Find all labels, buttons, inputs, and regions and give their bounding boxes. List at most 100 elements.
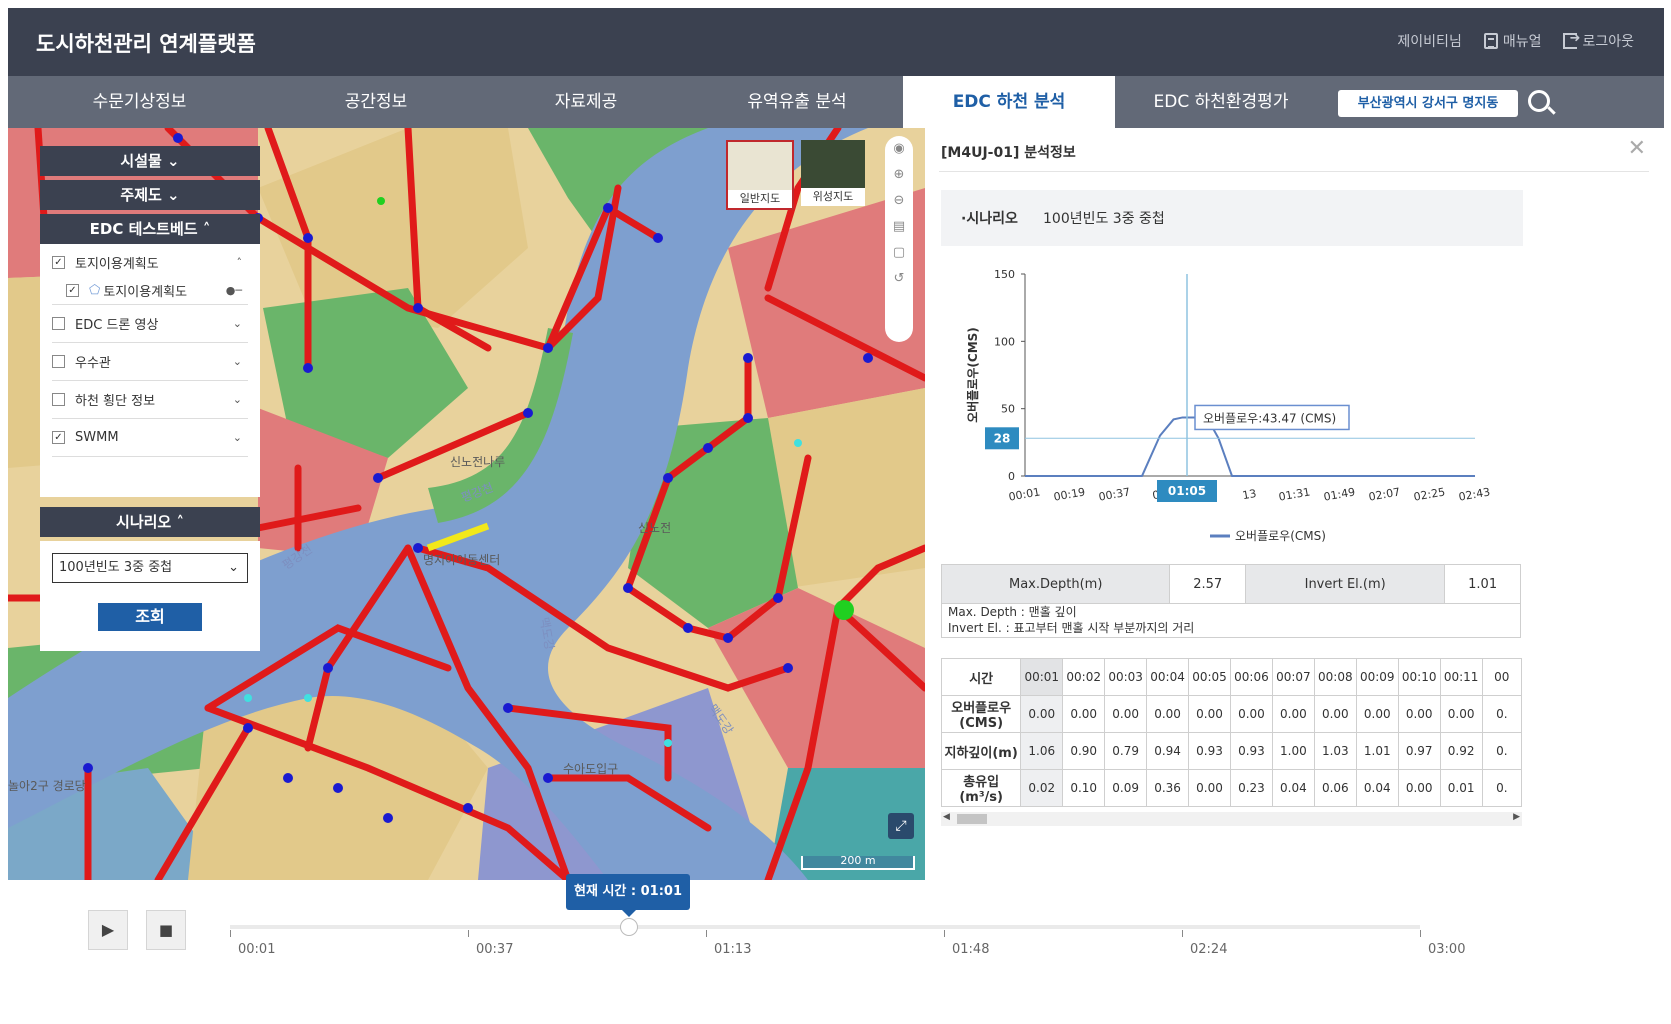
row-header: 지하깊이(m) — [941, 732, 1022, 770]
expand-icon[interactable]: ⤢ — [888, 813, 914, 839]
table-row: 총유입(m³/s) 0.02 0.10 0.09 0.36 0.00 0.23 0.04 0.0… — [941, 769, 1522, 807]
x-tick-label: 01:31 — [1278, 485, 1311, 503]
map-view[interactable]: 신노전나루 평강천 신노전 명지아이동센터 맥도강 평강천 맥도강 수아도입구 … — [8, 128, 925, 880]
scenario-info: ·시나리오 100년빈도 3중 중첩 — [941, 190, 1523, 246]
manual-link[interactable]: 매뉴얼 — [1483, 31, 1541, 51]
table-cell: 0.04 — [1271, 769, 1315, 807]
table-cell: 0. — [1481, 769, 1522, 807]
timeseries-table: 시간 00:01 00:02 00:03 00:04 00:05 00:06 00:07 00:… — [941, 658, 1522, 807]
time-column-header[interactable]: 00 — [1481, 658, 1522, 696]
table-row: 오버플로우 (CMS) 0.00 0.00 0.00 0.00 0.00 0.00 0.00 0… — [941, 695, 1522, 733]
basemap-general[interactable]: 일반지도 — [726, 140, 794, 210]
table-cell: 0.00 — [1439, 695, 1483, 733]
layer-item[interactable]: ✓ 토지이용계획도 ˄ — [52, 248, 248, 276]
timeseries-table-wrap[interactable]: 시간 00:01 00:02 00:03 00:04 00:05 00:06 00:07 00:… — [941, 658, 1522, 828]
search-icon[interactable] — [1528, 90, 1550, 112]
y-tick-label: 50 — [1001, 403, 1015, 416]
section-theme-map[interactable]: 주제도 ⌄ — [40, 180, 260, 210]
table-cell: 0.90 — [1062, 732, 1106, 770]
chevron-up-icon[interactable]: ˄ — [237, 256, 243, 269]
analysis-panel: [M4UJ-01] 분석정보 ✕ ·시나리오 100년빈도 3중 중첩 0 50 1… — [925, 128, 1664, 880]
globe-icon[interactable]: ◉ — [885, 136, 913, 162]
table-cell: 0.10 — [1062, 769, 1106, 807]
table-cell: 0.06 — [1313, 769, 1357, 807]
reset-icon[interactable]: ↺ — [885, 266, 913, 292]
time-slider-track[interactable] — [230, 925, 1420, 929]
layer-item[interactable]: EDC 드론 영상 ⌄ — [52, 305, 248, 343]
x-tick-label: 13 — [1241, 487, 1257, 502]
time-column-header[interactable]: 00:09 — [1355, 658, 1399, 696]
table-cell: 0.00 — [1188, 769, 1231, 807]
tab-edc-river-analysis[interactable]: EDC 하천 분석 — [903, 76, 1115, 128]
layer-checkbox[interactable] — [52, 317, 65, 330]
time-column-header[interactable]: 00:08 — [1313, 658, 1357, 696]
tab-hydro-weather[interactable]: 수문기상정보 — [8, 76, 271, 128]
layer-checkbox[interactable]: ✓ — [52, 431, 65, 444]
time-column-header[interactable]: 00:02 — [1062, 658, 1106, 696]
time-column-header[interactable]: 00:01 — [1020, 658, 1064, 696]
layer-item[interactable]: ✓ SWMM ⌄ — [52, 419, 248, 457]
time-column-header[interactable]: 00:04 — [1146, 658, 1190, 696]
time-column-header[interactable]: 00:06 — [1229, 658, 1273, 696]
chevron-down-icon[interactable]: ⌄ — [233, 317, 242, 330]
basemap-satellite[interactable]: 위성지도 — [801, 140, 865, 206]
panel-title: [M4UJ-01] 분석정보 — [941, 145, 1076, 161]
scenario-select[interactable]: 100년빈도 3중 중첩 ⌄ — [52, 553, 248, 583]
scroll-left-icon[interactable]: ◀ — [943, 812, 950, 822]
time-column-header[interactable]: 00:11 — [1439, 658, 1483, 696]
legend-label: 오버플로우(CMS) — [1235, 529, 1326, 543]
play-button[interactable]: ▶ — [88, 910, 128, 950]
chevron-down-icon[interactable]: ⌄ — [233, 431, 242, 444]
stop-button[interactable]: ■ — [146, 910, 186, 950]
manual-icon — [1483, 33, 1498, 49]
table-cell: 0.00 — [1397, 695, 1441, 733]
close-icon[interactable]: ✕ — [1628, 136, 1646, 161]
x-tick-label: 02:43 — [1458, 485, 1491, 503]
zoom-in-icon[interactable]: ⊕ — [885, 162, 913, 188]
tab-spatial[interactable]: 공간정보 — [271, 76, 481, 128]
tab-edc-river-env[interactable]: EDC 하천환경평가 — [1115, 76, 1327, 128]
y-tick-label: 150 — [994, 268, 1015, 281]
table-cell: 0.00 — [1397, 769, 1441, 807]
measure-distance-icon[interactable]: ▤ — [885, 214, 913, 240]
layer-item[interactable]: 하천 횡단 정보 ⌄ — [52, 381, 248, 419]
table-cell: 0.97 — [1397, 732, 1441, 770]
timeline-tick — [1420, 930, 1421, 937]
measure-area-icon[interactable]: ▢ — [885, 240, 913, 266]
layer-symbol-icon: ⬠ — [89, 282, 101, 298]
time-slider-handle[interactable] — [620, 918, 638, 936]
table-cell: 0.94 — [1146, 732, 1190, 770]
layer-checkbox[interactable] — [52, 355, 65, 368]
layer-item[interactable]: ✓ ⬠ 토지이용계획도 ●─ — [52, 276, 248, 305]
scroll-right-icon[interactable]: ▶ — [1513, 812, 1520, 822]
location-box[interactable]: 부산광역시 강서구 명지동 — [1338, 90, 1518, 117]
logout-link[interactable]: 로그아웃 — [1563, 31, 1634, 51]
query-button[interactable]: 조회 — [98, 603, 202, 631]
layer-checkbox[interactable] — [52, 393, 65, 406]
section-edc-testbed[interactable]: EDC 테스트베드 ˄ — [40, 214, 260, 244]
toggle-switch[interactable]: ●─ — [226, 284, 242, 297]
y-tick-label: 100 — [994, 335, 1015, 348]
x-tick-label: 01:49 — [1323, 485, 1356, 503]
time-column-header[interactable]: 00:10 — [1397, 658, 1441, 696]
chevron-down-icon[interactable]: ⌄ — [233, 355, 242, 368]
time-column-header[interactable]: 00:05 — [1188, 658, 1231, 696]
map-tools: ◉ ⊕ ⊖ ▤ ▢ ↺ — [885, 136, 913, 342]
time-column-header[interactable]: 00:03 — [1104, 658, 1148, 696]
scroll-thumb[interactable] — [957, 814, 987, 824]
chevron-down-icon[interactable]: ⌄ — [233, 393, 242, 406]
tab-runoff-analysis[interactable]: 유역유출 분석 — [691, 76, 903, 128]
tab-data-provision[interactable]: 자료제공 — [481, 76, 691, 128]
layer-checkbox[interactable]: ✓ — [52, 255, 65, 269]
horizontal-scrollbar[interactable]: ◀ ▶ — [941, 812, 1522, 826]
user-name[interactable]: 제이비티님 — [1397, 31, 1461, 51]
timeline-label: 01:13 — [714, 942, 752, 957]
invert-el-value: 1.01 — [1444, 564, 1521, 604]
layer-item[interactable]: 우수관 ⌄ — [52, 343, 248, 381]
section-scenario[interactable]: 시나리오 ˄ — [40, 507, 260, 537]
section-facility[interactable]: 시설물 ⌄ — [40, 146, 260, 176]
tooltip-text: 오버플로우:43.47 (CMS) — [1203, 411, 1336, 425]
zoom-out-icon[interactable]: ⊖ — [885, 188, 913, 214]
layer-checkbox[interactable]: ✓ — [66, 283, 79, 297]
time-column-header[interactable]: 00:07 — [1271, 658, 1315, 696]
